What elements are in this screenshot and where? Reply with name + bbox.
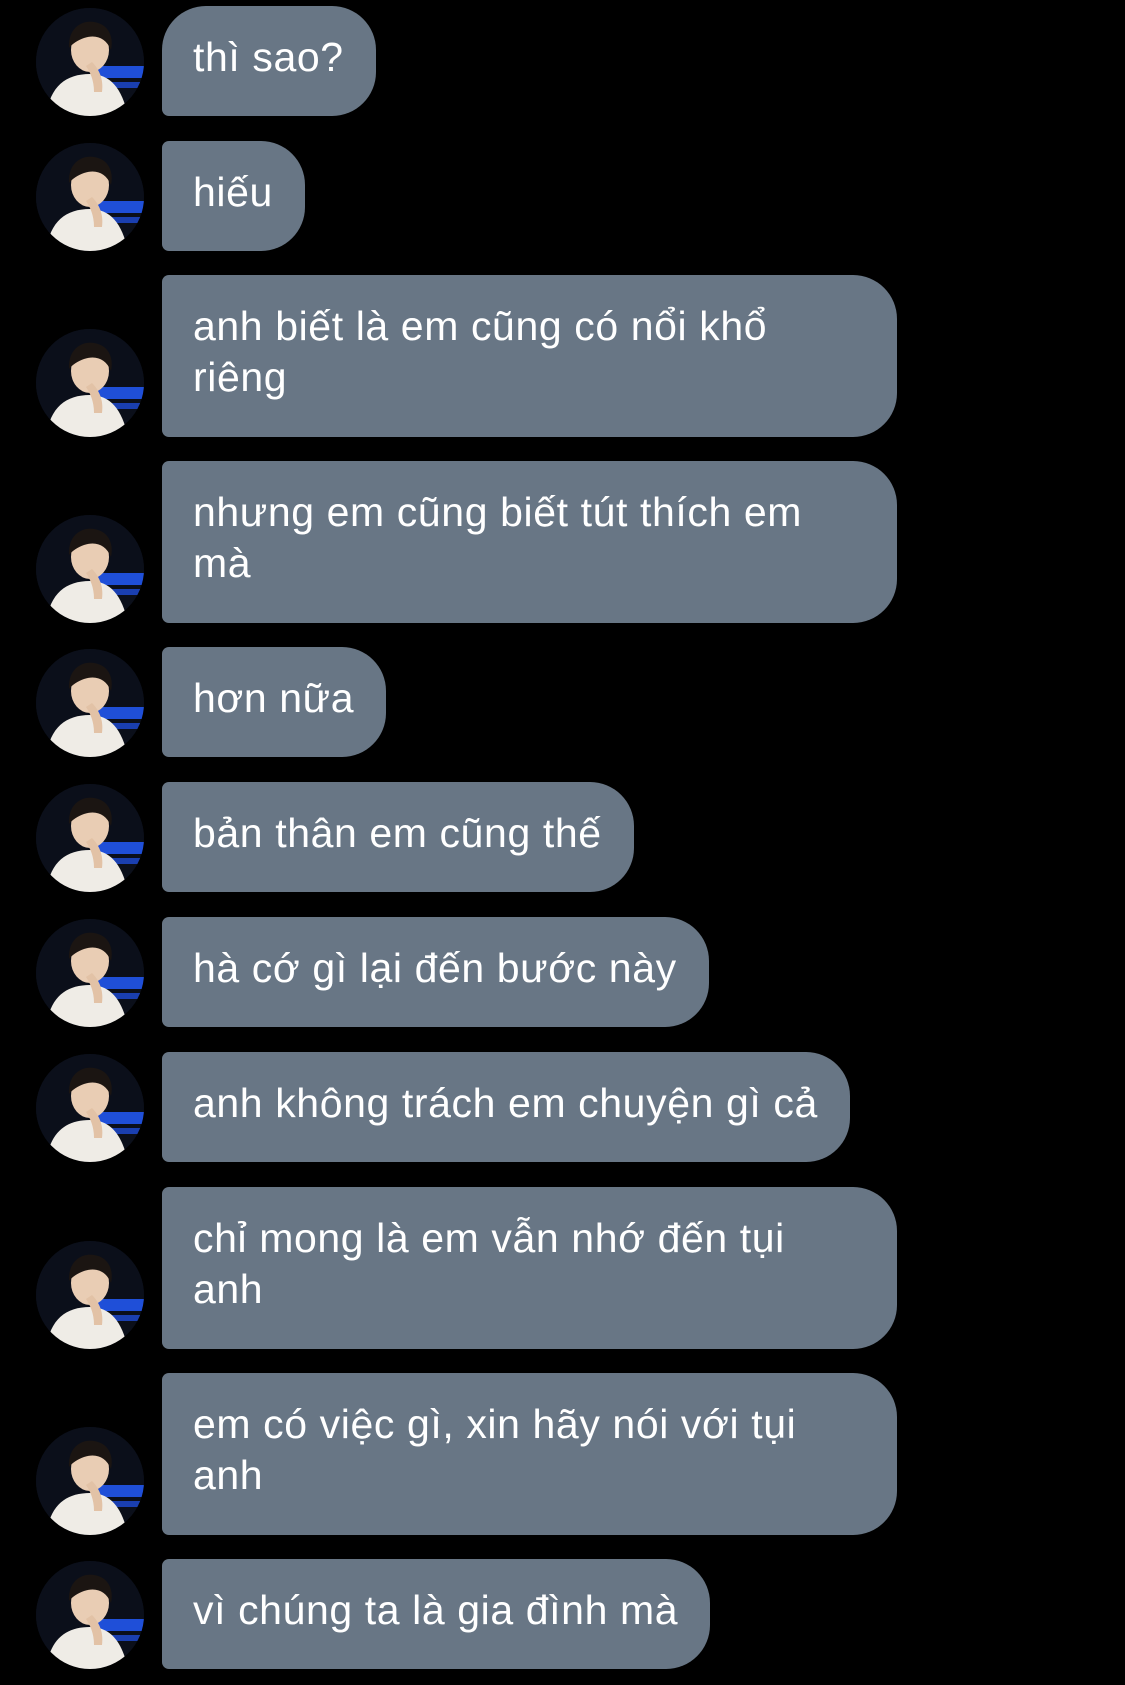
message-row: thì sao?: [0, 6, 1125, 116]
profile-photo-avatar-icon: [36, 143, 144, 251]
message-bubble[interactable]: anh biết là em cũng có nổi khổ riêng: [162, 275, 897, 437]
avatar[interactable]: [36, 784, 144, 892]
message-row: bản thân em cũng thế: [0, 782, 1125, 892]
message-bubble[interactable]: vì chúng ta là gia đình mà: [162, 1559, 711, 1669]
avatar[interactable]: [36, 919, 144, 1027]
profile-photo-avatar-icon: [36, 1427, 144, 1535]
message-row: vì chúng ta là gia đình mà: [0, 1559, 1125, 1669]
profile-photo-avatar-icon: [36, 1241, 144, 1349]
message-bubble[interactable]: bản thân em cũng thế: [162, 782, 634, 892]
avatar[interactable]: [36, 515, 144, 623]
message-row: em có việc gì, xin hãy nói với tụi anh: [0, 1373, 1125, 1535]
profile-photo-avatar-icon: [36, 1054, 144, 1162]
message-bubble[interactable]: hà cớ gì lại đến bước này: [162, 917, 709, 1027]
message-bubble[interactable]: hiếu: [162, 141, 305, 251]
message-row: anh không trách em chuyện gì cả: [0, 1052, 1125, 1162]
message-bubble[interactable]: em có việc gì, xin hãy nói với tụi anh: [162, 1373, 897, 1535]
profile-photo-avatar-icon: [36, 919, 144, 1027]
message-row: anh biết là em cũng có nổi khổ riêng: [0, 275, 1125, 437]
avatar[interactable]: [36, 143, 144, 251]
message-bubble[interactable]: chỉ mong là em vẫn nhớ đến tụi anh: [162, 1187, 897, 1349]
profile-photo-avatar-icon: [36, 649, 144, 757]
profile-photo-avatar-icon: [36, 329, 144, 437]
message-row: hơn nữa: [0, 647, 1125, 757]
avatar[interactable]: [36, 1427, 144, 1535]
profile-photo-avatar-icon: [36, 8, 144, 116]
message-row: nhưng em cũng biết tút thích em mà: [0, 461, 1125, 623]
avatar[interactable]: [36, 1561, 144, 1669]
message-row: hà cớ gì lại đến bước này: [0, 917, 1125, 1027]
profile-photo-avatar-icon: [36, 515, 144, 623]
avatar[interactable]: [36, 329, 144, 437]
chat-thread: thì sao? hiếu anh biết là em cũng có nổi…: [0, 0, 1125, 1685]
message-bubble[interactable]: hơn nữa: [162, 647, 387, 757]
avatar[interactable]: [36, 1054, 144, 1162]
profile-photo-avatar-icon: [36, 1561, 144, 1669]
message-bubble[interactable]: anh không trách em chuyện gì cả: [162, 1052, 850, 1162]
message-bubble[interactable]: nhưng em cũng biết tút thích em mà: [162, 461, 897, 623]
message-row: hiếu: [0, 141, 1125, 251]
avatar[interactable]: [36, 1241, 144, 1349]
profile-photo-avatar-icon: [36, 784, 144, 892]
message-bubble[interactable]: thì sao?: [162, 6, 376, 116]
message-row: chỉ mong là em vẫn nhớ đến tụi anh: [0, 1187, 1125, 1349]
avatar[interactable]: [36, 649, 144, 757]
avatar[interactable]: [36, 8, 144, 116]
